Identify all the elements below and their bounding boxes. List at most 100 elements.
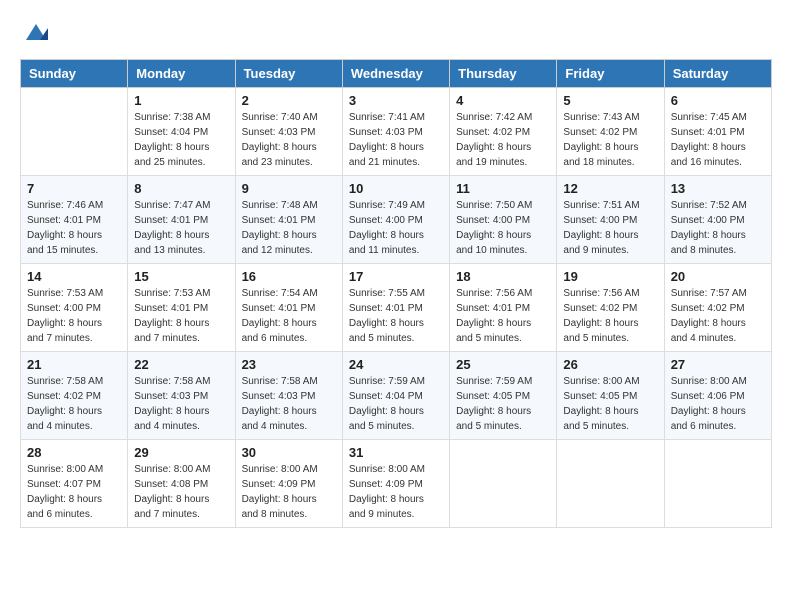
calendar-cell: [557, 439, 664, 527]
calendar-cell: 29Sunrise: 8:00 AM Sunset: 4:08 PM Dayli…: [128, 439, 235, 527]
calendar-cell: 20 Sunrise: 7:57 AM Sunset: 4:02 PM Dayli…: [664, 263, 771, 351]
day-info: Sunrise: 8:00 AM Sunset: 4:09 PM Dayligh…: [349, 462, 443, 522]
day-number: 16: [242, 269, 336, 284]
calendar-cell: 8Sunrise: 7:47 AM Sunset: 4:01 PM Daylig…: [128, 175, 235, 263]
calendar-cell: 15 Sunrise: 7:53 AM Sunset: 4:01 PM Dayli…: [128, 263, 235, 351]
calendar-cell: 12 Sunrise: 7:51 AM Sunset: 4:00 PM Dayli…: [557, 175, 664, 263]
calendar-cell: 2 Sunrise: 7:40 AM Sunset: 4:03 PM Daylig…: [235, 87, 342, 175]
page-header: [20, 20, 772, 53]
day-number: 25: [456, 357, 550, 372]
day-number: 20: [671, 269, 765, 284]
day-info: Sunrise: 7:53 AM Sunset: 4:01 PM Dayligh…: [134, 286, 228, 346]
calendar-cell: 18 Sunrise: 7:56 AM Sunset: 4:01 PM Dayli…: [450, 263, 557, 351]
day-number: 6: [671, 93, 765, 108]
calendar-cell: 5 Sunrise: 7:43 AM Sunset: 4:02 PM Daylig…: [557, 87, 664, 175]
day-number: 5: [563, 93, 657, 108]
day-info: Sunrise: 7:59 AM Sunset: 4:04 PM Dayligh…: [349, 374, 443, 434]
calendar-cell: 24 Sunrise: 7:59 AM Sunset: 4:04 PM Dayli…: [342, 351, 449, 439]
day-info: Sunrise: 7:47 AM Sunset: 4:01 PM Dayligh…: [134, 198, 228, 258]
calendar-cell: 10Sunrise: 7:49 AM Sunset: 4:00 PM Dayli…: [342, 175, 449, 263]
calendar-cell: [21, 87, 128, 175]
day-number: 4: [456, 93, 550, 108]
day-number: 15: [134, 269, 228, 284]
calendar-cell: 7 Sunrise: 7:46 AM Sunset: 4:01 PM Daylig…: [21, 175, 128, 263]
day-info: Sunrise: 7:56 AM Sunset: 4:01 PM Dayligh…: [456, 286, 550, 346]
day-info: Sunrise: 8:00 AM Sunset: 4:09 PM Dayligh…: [242, 462, 336, 522]
calendar-week-row: 28 Sunrise: 8:00 AM Sunset: 4:07 PM Dayli…: [21, 439, 772, 527]
day-info: Sunrise: 7:38 AM Sunset: 4:04 PM Dayligh…: [134, 110, 228, 170]
day-number: 2: [242, 93, 336, 108]
calendar-header-tuesday: Tuesday: [235, 59, 342, 87]
calendar-body: 1Sunrise: 7:38 AM Sunset: 4:04 PM Daylig…: [21, 87, 772, 527]
day-info: Sunrise: 7:57 AM Sunset: 4:02 PM Dayligh…: [671, 286, 765, 346]
day-number: 14: [27, 269, 121, 284]
day-number: 27: [671, 357, 765, 372]
calendar-header-saturday: Saturday: [664, 59, 771, 87]
day-info: Sunrise: 7:41 AM Sunset: 4:03 PM Dayligh…: [349, 110, 443, 170]
calendar-cell: 26Sunrise: 8:00 AM Sunset: 4:05 PM Dayli…: [557, 351, 664, 439]
logo: [20, 20, 50, 53]
calendar-cell: [450, 439, 557, 527]
day-info: Sunrise: 7:46 AM Sunset: 4:01 PM Dayligh…: [27, 198, 121, 258]
calendar-table: SundayMondayTuesdayWednesdayThursdayFrid…: [20, 59, 772, 528]
day-info: Sunrise: 7:58 AM Sunset: 4:03 PM Dayligh…: [134, 374, 228, 434]
calendar-cell: 9Sunrise: 7:48 AM Sunset: 4:01 PM Daylig…: [235, 175, 342, 263]
calendar-cell: [664, 439, 771, 527]
calendar-cell: 17Sunrise: 7:55 AM Sunset: 4:01 PM Dayli…: [342, 263, 449, 351]
day-info: Sunrise: 7:52 AM Sunset: 4:00 PM Dayligh…: [671, 198, 765, 258]
day-number: 12: [563, 181, 657, 196]
day-info: Sunrise: 7:58 AM Sunset: 4:03 PM Dayligh…: [242, 374, 336, 434]
calendar-cell: 13 Sunrise: 7:52 AM Sunset: 4:00 PM Dayli…: [664, 175, 771, 263]
day-info: Sunrise: 7:49 AM Sunset: 4:00 PM Dayligh…: [349, 198, 443, 258]
calendar-header-friday: Friday: [557, 59, 664, 87]
calendar-week-row: 21 Sunrise: 7:58 AM Sunset: 4:02 PM Dayli…: [21, 351, 772, 439]
calendar-cell: 6 Sunrise: 7:45 AM Sunset: 4:01 PM Daylig…: [664, 87, 771, 175]
calendar-header-wednesday: Wednesday: [342, 59, 449, 87]
calendar-header-sunday: Sunday: [21, 59, 128, 87]
day-info: Sunrise: 7:55 AM Sunset: 4:01 PM Dayligh…: [349, 286, 443, 346]
calendar-header-thursday: Thursday: [450, 59, 557, 87]
calendar-week-row: 14 Sunrise: 7:53 AM Sunset: 4:00 PM Dayli…: [21, 263, 772, 351]
calendar-cell: 19 Sunrise: 7:56 AM Sunset: 4:02 PM Dayli…: [557, 263, 664, 351]
day-info: Sunrise: 7:50 AM Sunset: 4:00 PM Dayligh…: [456, 198, 550, 258]
calendar-cell: 14 Sunrise: 7:53 AM Sunset: 4:00 PM Dayli…: [21, 263, 128, 351]
day-number: 18: [456, 269, 550, 284]
day-info: Sunrise: 7:56 AM Sunset: 4:02 PM Dayligh…: [563, 286, 657, 346]
day-number: 21: [27, 357, 121, 372]
day-number: 24: [349, 357, 443, 372]
day-number: 13: [671, 181, 765, 196]
day-number: 3: [349, 93, 443, 108]
day-info: Sunrise: 7:58 AM Sunset: 4:02 PM Dayligh…: [27, 374, 121, 434]
day-number: 30: [242, 445, 336, 460]
day-info: Sunrise: 7:51 AM Sunset: 4:00 PM Dayligh…: [563, 198, 657, 258]
logo-icon: [22, 20, 50, 48]
day-info: Sunrise: 7:40 AM Sunset: 4:03 PM Dayligh…: [242, 110, 336, 170]
calendar-cell: 22 Sunrise: 7:58 AM Sunset: 4:03 PM Dayli…: [128, 351, 235, 439]
calendar-cell: 25 Sunrise: 7:59 AM Sunset: 4:05 PM Dayli…: [450, 351, 557, 439]
day-number: 28: [27, 445, 121, 460]
day-info: Sunrise: 7:42 AM Sunset: 4:02 PM Dayligh…: [456, 110, 550, 170]
calendar-cell: 4 Sunrise: 7:42 AM Sunset: 4:02 PM Daylig…: [450, 87, 557, 175]
calendar-cell: 23 Sunrise: 7:58 AM Sunset: 4:03 PM Dayli…: [235, 351, 342, 439]
day-info: Sunrise: 8:00 AM Sunset: 4:08 PM Dayligh…: [134, 462, 228, 522]
day-info: Sunrise: 8:00 AM Sunset: 4:05 PM Dayligh…: [563, 374, 657, 434]
calendar-header-row: SundayMondayTuesdayWednesdayThursdayFrid…: [21, 59, 772, 87]
day-info: Sunrise: 7:54 AM Sunset: 4:01 PM Dayligh…: [242, 286, 336, 346]
day-number: 19: [563, 269, 657, 284]
day-info: Sunrise: 8:00 AM Sunset: 4:06 PM Dayligh…: [671, 374, 765, 434]
day-number: 7: [27, 181, 121, 196]
day-info: Sunrise: 7:43 AM Sunset: 4:02 PM Dayligh…: [563, 110, 657, 170]
day-info: Sunrise: 7:53 AM Sunset: 4:00 PM Dayligh…: [27, 286, 121, 346]
calendar-week-row: 7 Sunrise: 7:46 AM Sunset: 4:01 PM Daylig…: [21, 175, 772, 263]
calendar-cell: 1Sunrise: 7:38 AM Sunset: 4:04 PM Daylig…: [128, 87, 235, 175]
day-info: Sunrise: 7:48 AM Sunset: 4:01 PM Dayligh…: [242, 198, 336, 258]
day-info: Sunrise: 7:45 AM Sunset: 4:01 PM Dayligh…: [671, 110, 765, 170]
calendar-week-row: 1Sunrise: 7:38 AM Sunset: 4:04 PM Daylig…: [21, 87, 772, 175]
day-number: 22: [134, 357, 228, 372]
calendar-cell: 16 Sunrise: 7:54 AM Sunset: 4:01 PM Dayli…: [235, 263, 342, 351]
day-number: 23: [242, 357, 336, 372]
day-info: Sunrise: 8:00 AM Sunset: 4:07 PM Dayligh…: [27, 462, 121, 522]
day-info: Sunrise: 7:59 AM Sunset: 4:05 PM Dayligh…: [456, 374, 550, 434]
day-number: 31: [349, 445, 443, 460]
day-number: 11: [456, 181, 550, 196]
